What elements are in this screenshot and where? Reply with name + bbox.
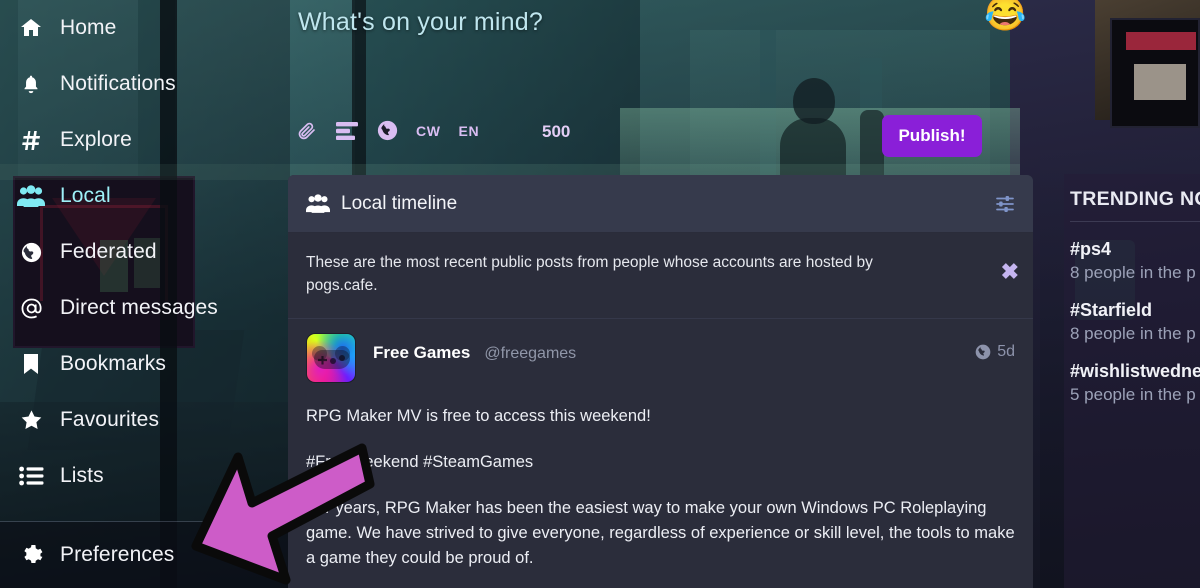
trending-subtitle: 5 people in the p	[1070, 385, 1196, 404]
list-icon	[16, 466, 46, 486]
sidebar-item-bookmarks[interactable]: Bookmarks	[0, 336, 290, 392]
timeline-notice: These are the most recent public posts f…	[288, 233, 1033, 319]
content-warning-button[interactable]: CW	[416, 123, 441, 139]
people-icon	[306, 194, 330, 213]
paperclip-icon[interactable]	[296, 120, 317, 141]
post-item: Free Games @freegames 5d RPG Maker MV is…	[288, 319, 1033, 571]
sidebar-item-federated[interactable]: Federated	[0, 224, 290, 280]
sidebar-item-label: Favourites	[60, 408, 160, 431]
bookmark-icon	[16, 352, 46, 376]
sidebar-item-label: Explore	[60, 128, 132, 151]
trending-tag[interactable]: #Starfield	[1070, 300, 1200, 321]
people-icon	[16, 185, 46, 207]
sidebar-nav-list: Home Notifications Explore Local Federat…	[0, 0, 290, 504]
sidebar-item-label: Direct messages	[60, 296, 218, 319]
trending-item[interactable]: #wishlistwednes 5 people in the p	[1070, 344, 1200, 405]
post-header: Free Games @freegames 5d	[306, 332, 1015, 383]
at-icon	[16, 296, 46, 321]
sidebar: Home Notifications Explore Local Federat…	[0, 0, 290, 588]
trending-tag[interactable]: #ps4	[1070, 239, 1200, 260]
trending-title: TRENDING NOW	[1070, 188, 1200, 210]
emoji-badge-icon: 😂	[984, 0, 1027, 33]
sidebar-item-lists[interactable]: Lists	[0, 448, 290, 504]
sidebar-item-label: Home	[60, 16, 117, 39]
timeline-title: Local timeline	[341, 192, 458, 214]
trending-subtitle: 8 people in the p	[1070, 324, 1196, 343]
bell-icon	[16, 72, 46, 96]
sidebar-item-label: Federated	[60, 240, 157, 263]
post-meta: 5d	[975, 333, 1015, 361]
avatar[interactable]	[306, 332, 356, 383]
sliders-icon[interactable]	[995, 194, 1015, 214]
close-icon[interactable]: ✖	[1001, 261, 1019, 283]
poll-icon[interactable]	[335, 121, 359, 141]
timeline-column: Local timeline These are the most recent…	[288, 175, 1033, 588]
post-display-name[interactable]: Free Games	[373, 343, 470, 363]
post-line-description: For years, RPG Maker has been the easies…	[306, 498, 1015, 567]
publish-button[interactable]: Publish!	[882, 115, 982, 157]
sidebar-item-home[interactable]: Home	[0, 0, 290, 56]
star-icon	[16, 408, 46, 432]
post-line-hashtags[interactable]: #FreeWeekend #SteamGames	[306, 450, 1015, 475]
trending-subtitle: 8 people in the p	[1070, 263, 1196, 282]
sidebar-item-notifications[interactable]: Notifications	[0, 56, 290, 112]
compose-box: What's on your mind? CW EN 500 Publish! …	[290, 0, 1030, 174]
sidebar-item-label: Lists	[60, 464, 104, 487]
sidebar-item-local[interactable]: Local	[0, 168, 290, 224]
globe-icon[interactable]	[377, 120, 398, 141]
home-icon	[16, 16, 46, 40]
timeline-notice-text: These are the most recent public posts f…	[306, 254, 873, 295]
post-author: Free Games @freegames	[373, 333, 576, 363]
post-line-headline: RPG Maker MV is free to access this week…	[306, 406, 651, 425]
trending-panel: TRENDING NOW #ps4 8 people in the p #Sta…	[1064, 174, 1200, 588]
sidebar-item-explore[interactable]: Explore	[0, 112, 290, 168]
globe-icon	[975, 344, 991, 360]
sidebar-item-preferences[interactable]: Preferences	[0, 522, 290, 588]
globe-icon	[16, 241, 46, 264]
sidebar-footer: Preferences	[0, 522, 290, 588]
sidebar-item-direct-messages[interactable]: Direct messages	[0, 280, 290, 336]
app-root: Home Notifications Explore Local Federat…	[0, 0, 1200, 588]
sidebar-item-label: Bookmarks	[60, 352, 166, 375]
gear-icon	[16, 543, 46, 567]
language-button[interactable]: EN	[459, 123, 480, 139]
character-count: 500	[542, 122, 571, 141]
trending-item[interactable]: #Starfield 8 people in the p	[1070, 283, 1200, 344]
post-handle[interactable]: @freegames	[484, 345, 576, 363]
timeline-header: Local timeline	[288, 175, 1033, 233]
post-body: RPG Maker MV is free to access this week…	[306, 383, 1015, 571]
compose-toolbar: CW EN	[296, 120, 479, 141]
sidebar-item-label: Local	[60, 184, 111, 207]
hash-icon	[16, 128, 46, 152]
sidebar-item-favourites[interactable]: Favourites	[0, 392, 290, 448]
sidebar-item-label: Preferences	[60, 543, 175, 566]
compose-input[interactable]: What's on your mind?	[298, 8, 543, 37]
trending-item[interactable]: #ps4 8 people in the p	[1070, 222, 1200, 283]
post-timestamp[interactable]: 5d	[997, 343, 1015, 361]
trending-tag[interactable]: #wishlistwednes	[1070, 361, 1200, 382]
sidebar-item-label: Notifications	[60, 72, 176, 95]
